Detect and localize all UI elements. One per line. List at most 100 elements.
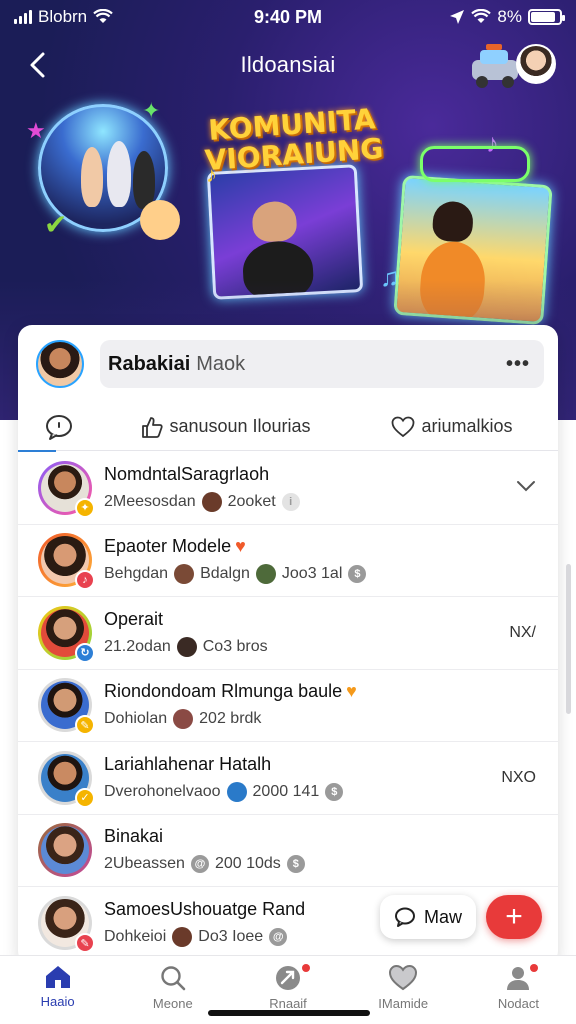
list-item[interactable]: ✦ NomdntalSaragrlaoh 2Meesosdan 2ooket i [18, 452, 558, 525]
list-item[interactable]: ✎ SamoesUshouatge Rand Dohkeioi Do3 Ioee… [18, 887, 558, 960]
scrollbar-thumb[interactable] [566, 564, 571, 714]
refresh-badge-icon: ↻ [75, 642, 95, 663]
notification-dot [301, 964, 310, 972]
back-button[interactable] [20, 48, 54, 82]
add-post-button[interactable]: + [486, 895, 542, 939]
tab-favorites-label: ariumalkios [421, 416, 513, 436]
status-bar: Blobrn 9:40 PM 8% [0, 0, 576, 34]
row-status-label: NX/ [509, 623, 536, 641]
member-subtitle: Behgdan [104, 565, 169, 583]
rocket-icon [276, 966, 300, 990]
nav-explore-label: Rnaaif [269, 996, 307, 1011]
list-item[interactable]: ✎ Riondondoam Rlmunga baule ♥ Dohiolan 2… [18, 670, 558, 742]
avatar[interactable]: ✎ [38, 678, 95, 736]
mini-avatar [226, 781, 247, 802]
member-meta: Dverohonelvaoo 2000 141 $ [104, 781, 558, 803]
mini-avatar [255, 564, 276, 585]
chat-bubble-icon [394, 907, 415, 927]
member-subtitle: 21.2odan [104, 637, 171, 655]
avatar[interactable]: ✦ [38, 460, 95, 518]
member-subtitle: Dohiolan [104, 710, 168, 728]
avatar[interactable]: ↻ [38, 605, 95, 663]
chat-button[interactable]: Maw [380, 895, 476, 939]
chat-bubble-icon [46, 414, 72, 440]
tab-likes-label: sanusoun Ilourias [169, 416, 311, 436]
member-stat: 200 10ds [214, 855, 281, 873]
tab-bar: sanusoun Ilourias ariumalkios [18, 403, 558, 452]
nav-header: Ildoansiai [0, 40, 576, 90]
check-sticker-icon: ✔ [44, 209, 68, 240]
mini-avatar [174, 564, 195, 585]
row-status-label: NXO [501, 768, 536, 786]
nav-profile-label: Nodact [497, 996, 540, 1011]
community-card: Rabakiai Maok ••• sanusoun Ilourias ariu… [18, 325, 558, 965]
info-icon: $ [286, 855, 305, 874]
chevron-left-icon [30, 52, 45, 78]
nav-profile[interactable]: Nodact [461, 956, 576, 1024]
profile-avatar[interactable] [516, 44, 556, 84]
mini-avatar [172, 927, 193, 948]
chat-button-label: Maw [423, 906, 462, 927]
signal-icon [14, 10, 32, 24]
member-name: Riondondoam Rlmunga baule ♥ [104, 680, 558, 702]
tab-messages[interactable] [18, 403, 106, 452]
heart-icon [389, 964, 418, 991]
home-indicator[interactable] [208, 1010, 370, 1016]
info-icon: $ [348, 565, 367, 584]
avatar[interactable] [38, 823, 92, 878]
nav-home[interactable]: Haaio [0, 956, 115, 1024]
avatar[interactable]: ♪ [38, 533, 95, 591]
car-sticker-icon [472, 44, 518, 88]
list-item[interactable]: ↻ Operait 21.2odan Co3 bros NX/ [18, 597, 558, 670]
neon-sign-icon [420, 146, 530, 182]
avatar[interactable]: ✎ [38, 896, 95, 954]
star-sticker-icon: ★ [26, 118, 46, 143]
nav-search-label: Meone [152, 996, 193, 1011]
member-subtitle: 2Meesosdan [104, 492, 196, 510]
info-icon: $ [325, 782, 344, 801]
heart-icon: ♥ [346, 681, 357, 702]
check-badge-icon: ✓ [75, 787, 95, 808]
list-item[interactable]: ✓ Lariahlahenar Hatalh Dverohonelvaoo 20… [18, 742, 558, 815]
member-meta: Behgdan Bdalgn Joo3 1al $ [104, 563, 558, 585]
mini-avatar [176, 636, 197, 657]
notification-dot [529, 964, 538, 972]
member-meta: Dohiolan 202 brdk [104, 708, 558, 730]
battery-percent: 8% [497, 7, 522, 26]
heart-outline-icon [392, 416, 415, 437]
avatar[interactable]: ✓ [38, 750, 95, 808]
member-name: Lariahlahenar Hatalh [104, 753, 272, 774]
member-meta: 21.2odan Co3 bros [104, 636, 558, 658]
member-stat-2: Joo3 1al [281, 565, 343, 583]
composer-input[interactable]: Rabakiai Maok ••• [100, 340, 544, 388]
member-stat: Bdalgn [200, 565, 250, 583]
battery-icon [528, 9, 565, 25]
member-name-text: Riondondoam Rlmunga baule [104, 681, 343, 702]
member-stat: 202 brdk [199, 710, 262, 728]
member-subtitle: Dverohonelvaoo [104, 782, 221, 800]
edit-badge-icon: ✎ [75, 715, 95, 736]
member-meta: 2Meesosdan 2ooket i [104, 491, 558, 513]
tab-likes[interactable]: sanusoun Ilourias [106, 403, 346, 451]
list-item[interactable]: Binakai 2Ubeassen @ 200 10ds $ [18, 815, 558, 887]
composer-row: Rabakiai Maok ••• [36, 339, 544, 389]
list-item[interactable]: ♪ Epaoter Modele ♥ Behgdan Bdalgn Joo3 1… [18, 525, 558, 597]
leaf-sticker-icon: ✦ [142, 98, 161, 123]
tab-favorites[interactable]: ariumalkios [346, 403, 558, 451]
expand-chevron-icon[interactable] [516, 479, 536, 497]
mini-avatar [201, 491, 222, 512]
member-subtitle: 2Ubeassen [104, 855, 185, 873]
chat-sticker-icon [140, 200, 180, 240]
composer-placeholder: Maok [196, 352, 246, 375]
member-name: Binakai [104, 826, 164, 847]
member-name: Epaoter Modele ♥ [104, 535, 558, 557]
member-subtitle: Dohkeioi [104, 928, 167, 946]
member-name: NomdntalSaragrlaoh [104, 463, 270, 484]
verified-badge-icon: ✦ [75, 497, 95, 518]
more-options-button[interactable]: ••• [506, 353, 530, 376]
member-stat: Do3 Ioee [198, 928, 264, 946]
my-avatar[interactable] [36, 340, 84, 388]
hero-scene-karaoke [393, 174, 553, 326]
page-title: Ildoansiai [240, 52, 336, 77]
home-icon [45, 966, 70, 988]
